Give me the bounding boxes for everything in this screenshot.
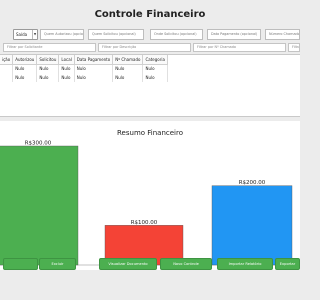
table-cell: Nulo bbox=[12, 64, 38, 73]
type-select[interactable]: Saída ▼ bbox=[13, 29, 38, 40]
entry-form-row: Saída ▼ Quem Autorizou (opcional) Quem S… bbox=[0, 29, 300, 40]
quem-solicitou-input[interactable]: Quem Solicitou (opcional) bbox=[88, 29, 144, 40]
filter-extra-input[interactable]: Filtrar bbox=[288, 43, 300, 52]
chevron-down-icon: ▼ bbox=[32, 30, 37, 39]
page-title: Controle Financeiro bbox=[94, 9, 206, 20]
table-cell: Nulo bbox=[74, 64, 114, 73]
column-header[interactable]: Local bbox=[58, 55, 75, 65]
filter-descricao-input[interactable]: Filtrar por Descrição bbox=[98, 43, 191, 52]
export-button[interactable]: Exportar bbox=[275, 258, 300, 270]
view-document-button[interactable]: Visualizar Documento bbox=[99, 258, 157, 270]
numero-chamado-input[interactable]: Número Chamado (opcional) bbox=[265, 29, 300, 40]
onde-solicitou-input[interactable]: Onde Solicitou (opcional) bbox=[150, 29, 203, 40]
data-pagamento-input[interactable]: Data Pagamento (opcional) bbox=[207, 29, 261, 40]
delete-button[interactable]: Excluir bbox=[39, 258, 76, 270]
import-report-button[interactable]: Importar Relatório bbox=[217, 258, 273, 270]
table-cell bbox=[0, 73, 14, 82]
table-cell: Nulo bbox=[74, 73, 114, 82]
table-cell: Nulo bbox=[142, 73, 168, 82]
table-cell: Nulo bbox=[112, 64, 144, 73]
quem-autorizou-input[interactable]: Quem Autorizou (opcional) bbox=[40, 29, 84, 40]
table-cell: Nulo bbox=[12, 73, 38, 82]
column-header[interactable]: Autorizou bbox=[12, 55, 38, 65]
table-row[interactable]: Nulo Nulo Nulo Nulo Nulo Nulo bbox=[0, 73, 168, 82]
column-header[interactable]: Solicitou bbox=[36, 55, 60, 65]
filter-chamado-input[interactable]: Filtrar por Nº Chamado bbox=[193, 43, 286, 52]
column-header[interactable]: ição bbox=[0, 55, 14, 65]
new-record-button[interactable]: Novo Controle bbox=[160, 258, 212, 270]
summary-chart: Resumo FinanceiroR$300.00EntradasR$100.0… bbox=[0, 121, 300, 277]
table-cell: Nulo bbox=[36, 73, 60, 82]
chart-title: Resumo Financeiro bbox=[117, 129, 183, 137]
table-cell: Nulo bbox=[36, 64, 60, 73]
table-cell: Nulo bbox=[58, 64, 75, 73]
filter-solicitante-input[interactable]: Filtrar por Solicitante bbox=[3, 43, 96, 52]
records-table: ição Autorizou Solicitou Local Data Paga… bbox=[0, 54, 300, 117]
bar-value-label-3: R$200.00 bbox=[239, 180, 266, 186]
table-cell: Nulo bbox=[142, 64, 168, 73]
filter-row: Filtrar por Solicitante Filtrar por Desc… bbox=[0, 43, 300, 52]
table-cell: Nulo bbox=[58, 73, 75, 82]
table-cell bbox=[0, 64, 14, 73]
bar-value-label-2: R$100.00 bbox=[131, 220, 158, 226]
bottom-area bbox=[0, 270, 300, 300]
bar-value-label-1: R$300.00 bbox=[25, 141, 52, 147]
table-cell: Nulo bbox=[112, 73, 144, 82]
column-header[interactable]: Categoria bbox=[142, 55, 168, 65]
bar-1 bbox=[0, 145, 79, 266]
summary-chart-svg: Resumo FinanceiroR$300.00EntradasR$100.0… bbox=[0, 129, 300, 275]
action-button-1[interactable] bbox=[3, 258, 38, 270]
table-header-row: ição Autorizou Solicitou Local Data Paga… bbox=[0, 55, 168, 65]
column-header[interactable]: Data Pagamento bbox=[74, 55, 114, 65]
column-header[interactable]: Nº Chamado bbox=[112, 55, 144, 65]
type-select-value: Saída bbox=[16, 32, 28, 37]
action-button-bar: Excluir Visualizar Documento Novo Contro… bbox=[0, 258, 300, 270]
table-row[interactable]: Nulo Nulo Nulo Nulo Nulo Nulo bbox=[0, 64, 168, 73]
bar-3 bbox=[211, 185, 293, 266]
